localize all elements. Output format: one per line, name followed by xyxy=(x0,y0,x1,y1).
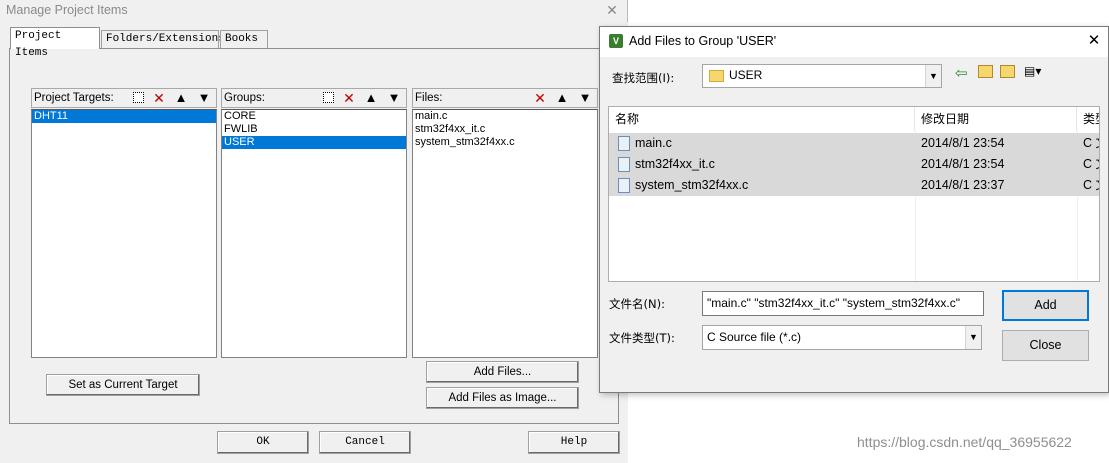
files-header-label: Files: xyxy=(415,92,443,104)
look-in-label: 查找范围(I): xyxy=(612,71,675,85)
column-label: 修改日期 xyxy=(921,112,970,126)
back-icon[interactable]: ⇦ xyxy=(955,64,968,82)
table-row[interactable]: main.c 2014/8/1 23:54 C 文件 xyxy=(609,133,1099,154)
add-files-as-image-button[interactable]: Add Files as Image... xyxy=(426,387,579,409)
delete-icon[interactable]: ✕ xyxy=(151,90,167,106)
folder-icon xyxy=(709,70,724,82)
up-folder-icon[interactable] xyxy=(978,65,993,78)
tab-project-items[interactable]: Project Items xyxy=(10,27,100,59)
chevron-down-icon[interactable]: ▼ xyxy=(925,65,941,87)
cancel-button[interactable]: Cancel xyxy=(319,431,411,454)
filetype-value: C Source file (*.c) xyxy=(707,330,802,344)
c-file-icon xyxy=(618,136,630,151)
groups-header: Groups: xyxy=(221,88,407,108)
move-up-icon[interactable]: ▲ xyxy=(173,90,189,106)
list-item[interactable]: USER xyxy=(222,136,406,149)
sort-arrow-icon: ^ xyxy=(757,106,762,113)
filename-input[interactable]: "main.c" "stm32f4xx_it.c" "system_stm32f… xyxy=(702,291,984,316)
new-folder-icon[interactable] xyxy=(1000,65,1015,78)
filetype-select[interactable]: C Source file (*.c) ▼ xyxy=(702,325,982,350)
file-date: 2014/8/1 23:37 xyxy=(921,178,1005,192)
app-icon: V xyxy=(609,34,623,48)
filetype-label: 文件类型(T): xyxy=(609,331,675,345)
manage-project-items-dialog: Manage Project Items ✕ Project Items Fol… xyxy=(0,0,628,463)
column-label: 名称 xyxy=(615,112,640,126)
files-header: Files: xyxy=(412,88,598,108)
new-item-icon[interactable] xyxy=(323,92,334,103)
set-current-target-button[interactable]: Set as Current Target xyxy=(46,374,200,396)
chevron-down-icon[interactable]: ▼ xyxy=(965,326,981,349)
list-item[interactable]: CORE xyxy=(222,110,406,123)
table-row[interactable]: system_stm32f4xx.c 2014/8/1 23:37 C 文件 xyxy=(609,175,1099,196)
c-file-icon xyxy=(618,178,630,193)
tab-folders-extensions[interactable]: Folders/Extensions xyxy=(101,30,225,49)
delete-icon[interactable]: ✕ xyxy=(532,90,548,106)
column-header-name[interactable]: 名称 xyxy=(609,107,915,131)
dialog-title: Add Files to Group 'USER' xyxy=(629,34,777,48)
targets-header-label: Project Targets: xyxy=(34,92,114,104)
table-row[interactable]: stm32f4xx_it.c 2014/8/1 23:54 C 文件 xyxy=(609,154,1099,175)
file-list[interactable]: 名称 ^ 修改日期 类型 main.c 2014/8/1 23:54 C 文件 … xyxy=(608,106,1100,282)
ok-button[interactable]: OK xyxy=(217,431,309,454)
groups-header-label: Groups: xyxy=(224,92,265,104)
close-button[interactable]: Close xyxy=(1002,330,1089,361)
close-icon[interactable]: ✕ xyxy=(1084,31,1104,51)
column-header-date[interactable]: 修改日期 xyxy=(915,107,1077,131)
move-down-icon[interactable]: ▼ xyxy=(577,90,593,106)
file-type: C 文件 xyxy=(1083,157,1099,171)
list-item[interactable]: FWLIB xyxy=(222,123,406,136)
move-up-icon[interactable]: ▲ xyxy=(363,90,379,106)
watermark: https://blog.csdn.net/qq_36955622 xyxy=(857,434,1072,450)
list-item[interactable]: system_stm32f4xx.c xyxy=(413,136,597,149)
c-file-icon xyxy=(618,157,630,172)
targets-list[interactable]: DHT11 xyxy=(31,109,217,358)
tab-books[interactable]: Books xyxy=(220,30,268,49)
delete-icon[interactable]: ✕ xyxy=(341,90,357,106)
view-menu-icon[interactable]: ▤▾ xyxy=(1024,64,1041,78)
add-files-button[interactable]: Add Files... xyxy=(426,361,579,383)
column-label: 类型 xyxy=(1083,112,1099,126)
files-list[interactable]: main.c stm32f4xx_it.c system_stm32f4xx.c xyxy=(412,109,598,358)
new-item-icon[interactable] xyxy=(133,92,144,103)
help-button[interactable]: Help xyxy=(528,431,620,454)
file-name: stm32f4xx_it.c xyxy=(635,157,715,171)
file-name: main.c xyxy=(635,136,672,150)
move-up-icon[interactable]: ▲ xyxy=(554,90,570,106)
list-item[interactable]: DHT11 xyxy=(32,110,216,123)
file-date: 2014/8/1 23:54 xyxy=(921,157,1005,171)
file-name: system_stm32f4xx.c xyxy=(635,178,749,192)
list-item[interactable]: stm32f4xx_it.c xyxy=(413,123,597,136)
list-item[interactable]: main.c xyxy=(413,110,597,123)
filename-label: 文件名(N): xyxy=(609,297,665,311)
look-in-value: USER xyxy=(729,68,763,82)
add-files-dialog: V Add Files to Group 'USER' ✕ 查找范围(I): U… xyxy=(599,26,1109,393)
add-button[interactable]: Add xyxy=(1002,290,1089,321)
file-type: C 文件 xyxy=(1083,178,1099,192)
move-down-icon[interactable]: ▼ xyxy=(196,90,212,106)
file-type: C 文件 xyxy=(1083,136,1099,150)
look-in-combo[interactable]: USER ▼ xyxy=(702,64,942,88)
dialog-title: Manage Project Items xyxy=(6,3,128,17)
file-date: 2014/8/1 23:54 xyxy=(921,136,1005,150)
column-header-type[interactable]: 类型 xyxy=(1077,107,1099,131)
targets-header: Project Targets: xyxy=(31,88,217,108)
close-icon[interactable]: ✕ xyxy=(603,0,621,20)
groups-list[interactable]: CORE FWLIB USER xyxy=(221,109,407,358)
move-down-icon[interactable]: ▼ xyxy=(386,90,402,106)
